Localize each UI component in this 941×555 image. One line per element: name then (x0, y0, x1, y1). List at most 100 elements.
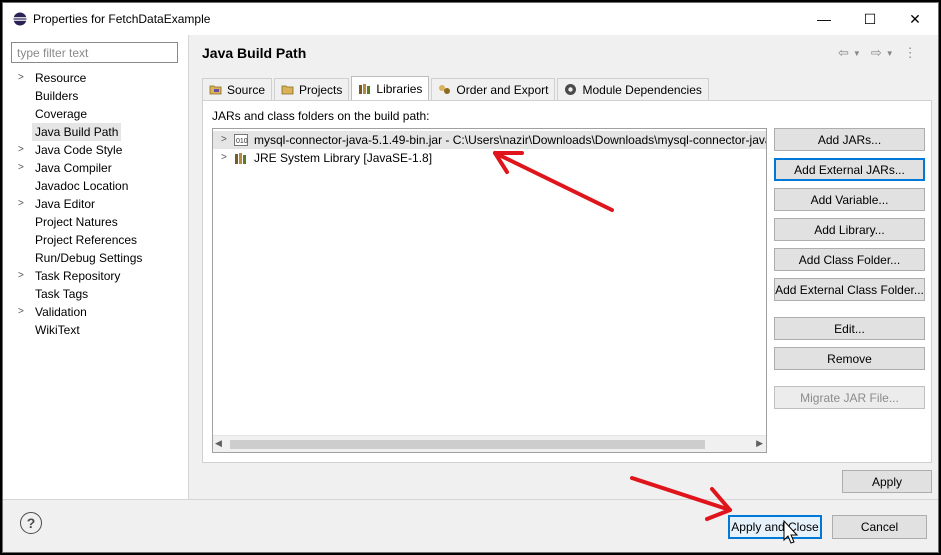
sidebar-item[interactable]: > Java Editor (3, 195, 189, 213)
tree-item-label: mysql-connector-java-5.1.49-bin.jar - C:… (254, 133, 767, 147)
maximize-button[interactable]: ☐ (847, 3, 893, 35)
tab-label: Source (227, 82, 266, 97)
filter-input[interactable] (11, 42, 178, 63)
edit-button[interactable]: Edit... (774, 317, 925, 340)
sidebar-item[interactable]: Java Build Path (3, 123, 189, 141)
expand-chevron-icon[interactable]: > (18, 267, 24, 285)
tab-projects[interactable]: Projects (274, 78, 350, 100)
sidebar-item-label: Java Build Path (32, 123, 122, 141)
libraries-panel: JARs and class folders on the build path… (202, 100, 932, 463)
jar-file-icon: 010 (234, 134, 248, 146)
libraries-tree[interactable]: > 010 mysql-connector-java-5.1.49-bin.ja… (212, 128, 767, 453)
sidebar-item-label: Task Tags (35, 287, 89, 301)
category-panel: > Resource Builders Coverage Java Build Path… (3, 35, 189, 499)
build-path-label: JARs and class folders on the build path… (212, 109, 430, 123)
add-class-folder-button[interactable]: Add Class Folder... (774, 248, 925, 271)
sidebar-item-label: Java Editor (35, 197, 96, 211)
add-jars-button[interactable]: Add JARs... (774, 128, 925, 151)
sidebar-item[interactable]: Task Tags (3, 285, 189, 303)
properties-dialog: Properties for FetchDataExample — ☐ ✕ > R… (2, 2, 939, 553)
tab-order-and-export[interactable]: Order and Export (431, 78, 556, 100)
add-external-jars-button[interactable]: Add External JARs... (774, 158, 925, 181)
sidebar-item[interactable]: WikiText (3, 321, 189, 339)
tree-item-label: JRE System Library [JavaSE-1.8] (254, 151, 433, 165)
scroll-right-icon[interactable]: ▶ (756, 438, 763, 449)
scrollbar-thumb[interactable] (230, 440, 705, 449)
tab-label: Libraries (376, 81, 423, 96)
title-bar: Properties for FetchDataExample — ☐ ✕ (3, 3, 938, 35)
minimize-icon: — (817, 11, 831, 27)
sidebar-item-label: Java Code Style (35, 143, 123, 157)
expand-chevron-icon[interactable]: > (221, 149, 227, 167)
order-export-icon (439, 85, 451, 94)
tab-label: Order and Export (456, 82, 549, 97)
help-icon[interactable]: ? (20, 512, 42, 534)
sidebar-item[interactable]: Javadoc Location (3, 177, 189, 195)
eclipse-icon (13, 12, 27, 26)
page-title: Java Build Path (202, 45, 307, 61)
tab-source[interactable]: Source (202, 78, 273, 100)
sidebar-item[interactable]: Project References (3, 231, 189, 249)
apply-button[interactable]: Apply (842, 470, 932, 493)
add-external-class-folder-button[interactable]: Add External Class Folder... (774, 278, 925, 301)
sidebar-item-label: Validation (35, 305, 87, 319)
tab-label: Module Dependencies (582, 82, 702, 97)
expand-chevron-icon[interactable]: > (221, 131, 227, 149)
svg-text:010: 010 (236, 138, 248, 145)
sidebar-item-label: Coverage (35, 107, 88, 121)
sidebar-item-label: Project References (35, 233, 138, 247)
build-path-tabs: Source Projects Libraries Order and Expo… (202, 76, 711, 100)
migrate-jar-button[interactable]: Migrate JAR File... (774, 386, 925, 409)
sidebar-item[interactable]: Coverage (3, 105, 189, 123)
sidebar-item-label: Task Repository (35, 269, 121, 283)
sidebar-item-label: WikiText (35, 323, 80, 337)
expand-chevron-icon[interactable]: > (18, 159, 24, 177)
add-library-button[interactable]: Add Library... (774, 218, 925, 241)
expand-chevron-icon[interactable]: > (18, 303, 24, 321)
forward-menu-chevron-icon[interactable]: ▼ (886, 49, 894, 58)
tree-item-mysql-jar[interactable]: > 010 mysql-connector-java-5.1.49-bin.ja… (213, 131, 766, 149)
expand-chevron-icon[interactable]: > (18, 195, 24, 213)
sidebar-item[interactable]: Builders (3, 87, 189, 105)
maximize-icon: ☐ (863, 10, 877, 27)
close-icon: ✕ (909, 10, 921, 27)
view-menu-icon[interactable]: ⋮ (904, 45, 917, 61)
expand-chevron-icon[interactable]: > (18, 69, 24, 87)
apply-and-close-button[interactable]: Apply and Close (728, 515, 822, 539)
minimize-button[interactable]: — (801, 3, 847, 35)
back-arrow-icon[interactable]: ⇦ (838, 45, 849, 61)
sidebar-item[interactable]: Project Natures (3, 213, 189, 231)
add-variable-button[interactable]: Add Variable... (774, 188, 925, 211)
sidebar-item-label: Javadoc Location (35, 179, 129, 193)
back-menu-chevron-icon[interactable]: ▼ (853, 49, 861, 58)
sidebar-item-label: Java Compiler (35, 161, 112, 175)
sidebar-item[interactable]: Run/Debug Settings (3, 249, 189, 267)
sidebar-item-label: Resource (35, 71, 87, 85)
horizontal-scrollbar[interactable]: ◀ ▶ (213, 435, 766, 452)
module-dependencies-icon (565, 84, 577, 95)
close-button[interactable]: ✕ (892, 3, 938, 35)
history-navigation: ⇦ ▼ ⇨ ▼ ⋮ (838, 44, 930, 62)
library-icon (235, 153, 246, 164)
tab-module-dependencies[interactable]: Module Dependencies (557, 78, 709, 100)
scroll-left-icon[interactable]: ◀ (215, 438, 222, 449)
expand-chevron-icon[interactable]: > (18, 141, 24, 159)
sidebar-item[interactable]: > Resource (3, 69, 189, 87)
cancel-button[interactable]: Cancel (832, 515, 927, 539)
tab-libraries[interactable]: Libraries (351, 76, 430, 100)
remove-button[interactable]: Remove (774, 347, 925, 370)
sidebar-item[interactable]: > Java Compiler (3, 159, 189, 177)
category-tree: > Resource Builders Coverage Java Build Path… (3, 69, 189, 339)
sidebar-item-label: Project Natures (35, 215, 118, 229)
window-title: Properties for FetchDataExample (33, 12, 211, 26)
sidebar-item-label: Run/Debug Settings (35, 251, 143, 265)
sidebar-item[interactable]: > Java Code Style (3, 141, 189, 159)
libraries-icon (359, 84, 371, 94)
projects-folder-icon (281, 85, 294, 95)
sidebar-item[interactable]: > Validation (3, 303, 189, 321)
forward-arrow-icon[interactable]: ⇨ (871, 45, 882, 61)
sidebar-item[interactable]: > Task Repository (3, 267, 189, 285)
tab-label: Projects (299, 82, 343, 97)
source-folder-icon (209, 85, 222, 95)
sidebar-item-label: Builders (35, 89, 79, 103)
